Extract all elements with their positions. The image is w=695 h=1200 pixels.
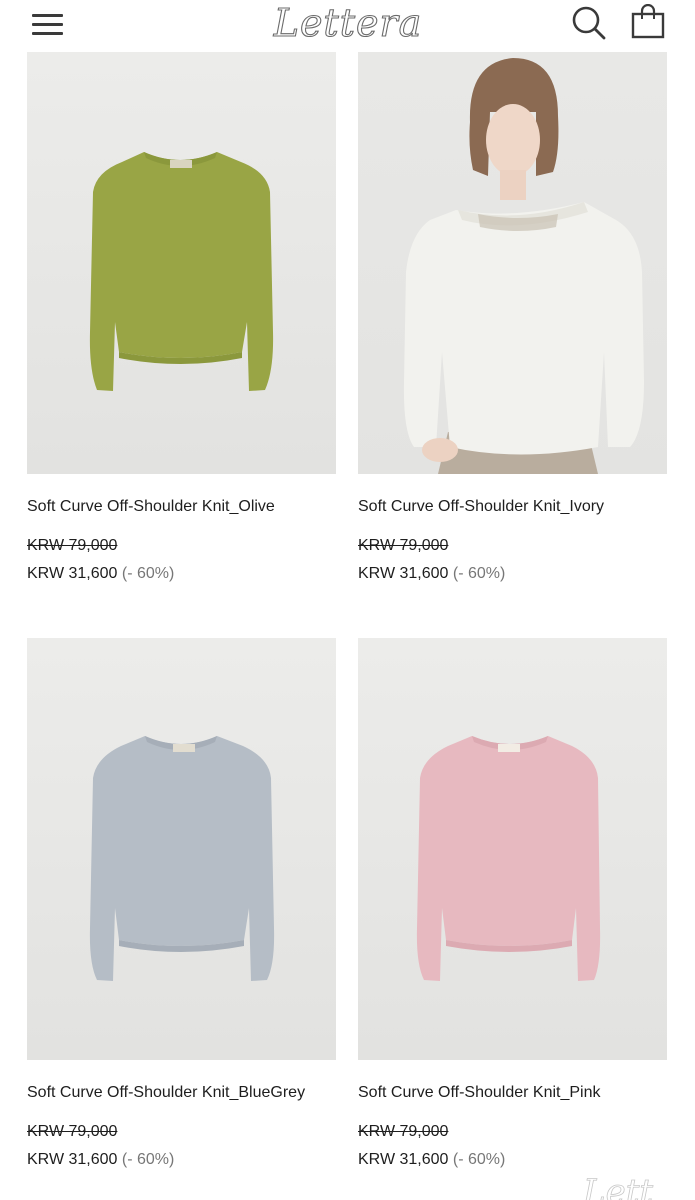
- search-icon[interactable]: [570, 4, 608, 42]
- product-image[interactable]: [27, 638, 336, 1060]
- shopping-bag-icon[interactable]: [629, 3, 667, 42]
- product-name[interactable]: Soft Curve Off-Shoulder Knit_Olive: [27, 497, 275, 517]
- sale-price-row: KRW 31,600 (- 60%): [358, 564, 505, 584]
- discount-rate: (- 60%): [452, 1151, 506, 1168]
- sale-price-row: KRW 31,600 (- 60%): [358, 1150, 505, 1170]
- product-name[interactable]: Soft Curve Off-Shoulder Knit_Ivory: [358, 497, 604, 517]
- discount-rate: (- 60%): [121, 565, 175, 582]
- original-price: KRW 79,000: [27, 537, 118, 554]
- product-image[interactable]: [358, 638, 667, 1060]
- sale-price: KRW 31,600: [358, 565, 449, 582]
- sale-price-row: KRW 31,600 (- 60%): [27, 1150, 174, 1170]
- discount-rate: (- 60%): [121, 1151, 175, 1168]
- top-header: Lettera: [0, 0, 695, 52]
- product-image[interactable]: [358, 52, 667, 474]
- product-card[interactable]: Soft Curve Off-Shoulder Knit_Ivory KRW 7…: [358, 52, 667, 582]
- brand-logo[interactable]: Lettera: [268, 0, 428, 48]
- product-listing-page: Lettera Soft Curve Off-Shoulder Knit_Oli…: [0, 0, 695, 1200]
- brand-watermark-logo: Lett: [583, 1172, 654, 1200]
- product-card[interactable]: Soft Curve Off-Shoulder Knit_BlueGrey KR…: [27, 638, 336, 1168]
- sale-price: KRW 31,600: [27, 565, 118, 582]
- sale-price: KRW 31,600: [358, 1151, 449, 1168]
- product-name[interactable]: Soft Curve Off-Shoulder Knit_BlueGrey: [27, 1083, 305, 1103]
- product-image[interactable]: [27, 52, 336, 474]
- product-card[interactable]: Soft Curve Off-Shoulder Knit_Olive KRW 7…: [27, 52, 336, 582]
- original-price: KRW 79,000: [358, 537, 449, 554]
- hamburger-menu-icon[interactable]: [30, 8, 66, 40]
- product-card[interactable]: Soft Curve Off-Shoulder Knit_Pink KRW 79…: [358, 638, 667, 1168]
- product-name[interactable]: Soft Curve Off-Shoulder Knit_Pink: [358, 1083, 601, 1103]
- original-price: KRW 79,000: [358, 1123, 449, 1140]
- discount-rate: (- 60%): [452, 565, 506, 582]
- sale-price-row: KRW 31,600 (- 60%): [27, 564, 174, 584]
- original-price: KRW 79,000: [27, 1123, 118, 1140]
- sale-price: KRW 31,600: [27, 1151, 118, 1168]
